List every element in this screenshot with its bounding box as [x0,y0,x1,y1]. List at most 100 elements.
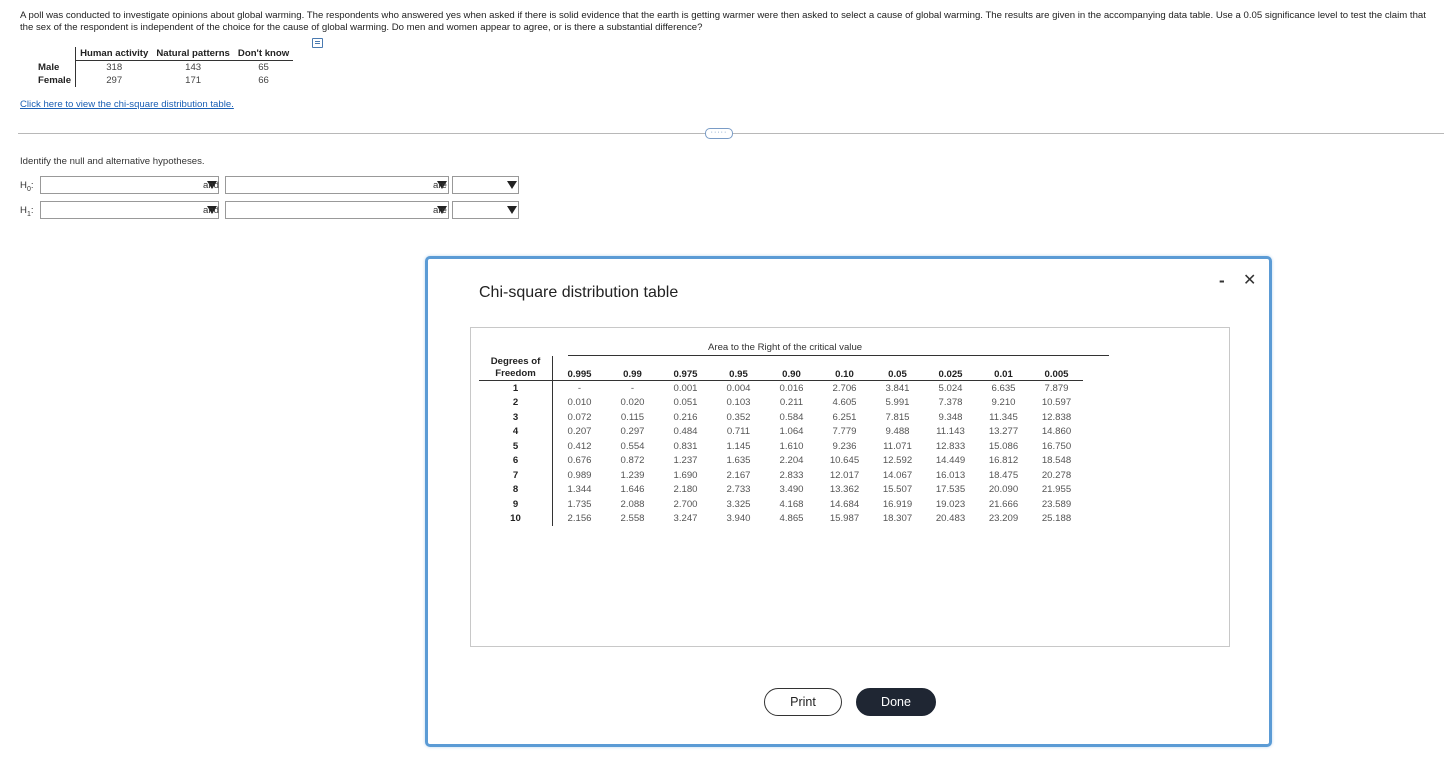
critical-value-cell: 0.989 [567,469,592,481]
print-button[interactable]: Print [764,688,842,716]
h0-subject-select[interactable] [40,176,219,194]
chi-square-table-link[interactable]: Click here to view the chi-square distri… [20,99,234,110]
h1-label: H1: [20,205,34,218]
col-header: Don't know [233,47,294,61]
critical-value-cell: 3.940 [726,513,751,525]
critical-value-cell: 1.635 [726,455,751,467]
df-cell: 7 [479,468,553,483]
critical-value-cell: 14.449 [935,455,966,467]
h0-relation-select[interactable] [452,176,519,194]
critical-value-cell: 0.711 [726,426,751,438]
area-col-header: 0.95 [712,356,765,381]
area-col-header: 0.99 [606,356,659,381]
critical-value-cell: 2.558 [620,513,645,525]
corner-cell [20,47,77,61]
area-col-header: 0.10 [818,356,871,381]
cell: 65 [258,62,269,73]
critical-value-cell: 3.841 [885,382,910,394]
close-icon[interactable]: ✕ [1243,270,1256,290]
critical-value-cell: 10.645 [829,455,860,467]
critical-value-cell: - [630,382,635,394]
table-row: 4 0.207 0.297 0.484 0.711 1.064 7.779 9.488 11.1… [479,424,1083,439]
table-row: Female 297 171 66 [20,74,293,87]
critical-value-cell: 1.690 [673,469,698,481]
done-button[interactable]: Done [856,688,936,716]
question-text: A poll was conducted to investigate opin… [20,10,1426,33]
critical-value-cell: 23.589 [1041,498,1072,510]
h0-variable-select[interactable] [225,176,449,194]
cell: 66 [258,75,269,86]
critical-value-cell: 17.535 [935,484,966,496]
critical-value-cell: 2.733 [726,484,751,496]
critical-value-cell: 2.156 [567,513,592,525]
critical-value-cell: 0.051 [673,397,698,409]
critical-value-cell: 0.297 [620,426,645,438]
critical-value-cell: 20.090 [988,484,1019,496]
area-col-header: 0.975 [659,356,712,381]
critical-value-cell: 16.013 [935,469,966,481]
df-header-line2: Freedom [495,368,536,379]
critical-value-cell: 0.831 [673,440,698,452]
critical-value-cell: 5.024 [938,382,963,394]
h-subscript: 0 [26,185,31,193]
expand-button[interactable]: ····· [705,128,733,139]
critical-value-cell: 18.475 [988,469,1019,481]
table-row: 5 0.412 0.554 0.831 1.145 1.610 9.236 11.071 12.… [479,439,1083,454]
h1-relation-select[interactable] [452,201,519,219]
chevron-down-icon [506,179,517,191]
critical-value-cell: 2.180 [673,484,698,496]
df-cell: 5 [479,439,553,454]
critical-value-cell: 1.610 [779,440,804,452]
table-row: 9 1.735 2.088 2.700 3.325 4.168 14.684 16.919 19… [479,497,1083,512]
df-cell: 4 [479,424,553,439]
critical-value-cell: 0.207 [567,426,592,438]
area-col-header: 0.90 [765,356,818,381]
critical-value-cell: 16.919 [882,498,913,510]
h1-variable-select[interactable] [225,201,449,219]
critical-value-cell: 0.216 [673,411,698,423]
critical-value-cell: 9.210 [991,397,1016,409]
critical-value-cell: 7.779 [832,426,857,438]
h-letter: H [20,205,27,216]
critical-value-cell: 16.750 [1041,440,1072,452]
area-col-header: 0.005 [1030,356,1083,381]
table-row: 3 0.072 0.115 0.216 0.352 0.584 6.251 7.815 9.34… [479,410,1083,425]
copy-icon[interactable] [312,38,323,48]
instruction-text: Identify the null and alternative hypoth… [20,156,205,167]
critical-value-cell: 1.145 [726,440,751,452]
row-label: Female [20,74,77,87]
critical-value-cell: 9.236 [832,440,857,452]
critical-value-cell: 23.209 [988,513,1019,525]
critical-value-cell: 3.490 [779,484,804,496]
critical-value-cell: 2.706 [832,382,857,394]
critical-value-cell: 9.488 [885,426,910,438]
critical-value-cell: 2.700 [673,498,698,510]
critical-value-cell: 20.278 [1041,469,1072,481]
critical-value-cell: 12.838 [1041,411,1072,423]
df-cell: 2 [479,395,553,410]
critical-value-cell: 12.017 [829,469,860,481]
area-col-header: 0.995 [552,356,606,381]
critical-value-cell: 18.548 [1041,455,1072,467]
table-row: 6 0.676 0.872 1.237 1.635 2.204 10.645 12.592 14… [479,453,1083,468]
critical-value-cell: 14.684 [829,498,860,510]
h-subscript: 1 [26,210,31,218]
df-header: Degrees of Freedom [479,356,553,381]
critical-value-cell: 21.955 [1041,484,1072,496]
area-caption: Area to the Right of the critical value [708,342,863,353]
h1-subject-select[interactable] [40,201,219,219]
minimize-icon[interactable]: - [1219,271,1225,291]
critical-value-cell: 3.325 [726,498,751,510]
critical-value-cell: 1.239 [620,469,645,481]
critical-value-cell: 2.833 [779,469,804,481]
critical-value-cell: 14.860 [1041,426,1072,438]
critical-value-cell: 7.378 [938,397,963,409]
col-header: Natural patterns [152,47,234,61]
table-row: 10 2.156 2.558 3.247 3.940 4.865 15.987 18.307 2… [479,511,1083,526]
critical-value-cell: 0.115 [620,411,645,423]
df-cell: 6 [479,453,553,468]
df-header-line1: Degrees of [490,356,541,367]
modal-title: Chi-square distribution table [479,284,679,301]
critical-value-cell: 7.815 [885,411,910,423]
data-table: Human activity Natural patterns Don't kn… [20,47,294,87]
